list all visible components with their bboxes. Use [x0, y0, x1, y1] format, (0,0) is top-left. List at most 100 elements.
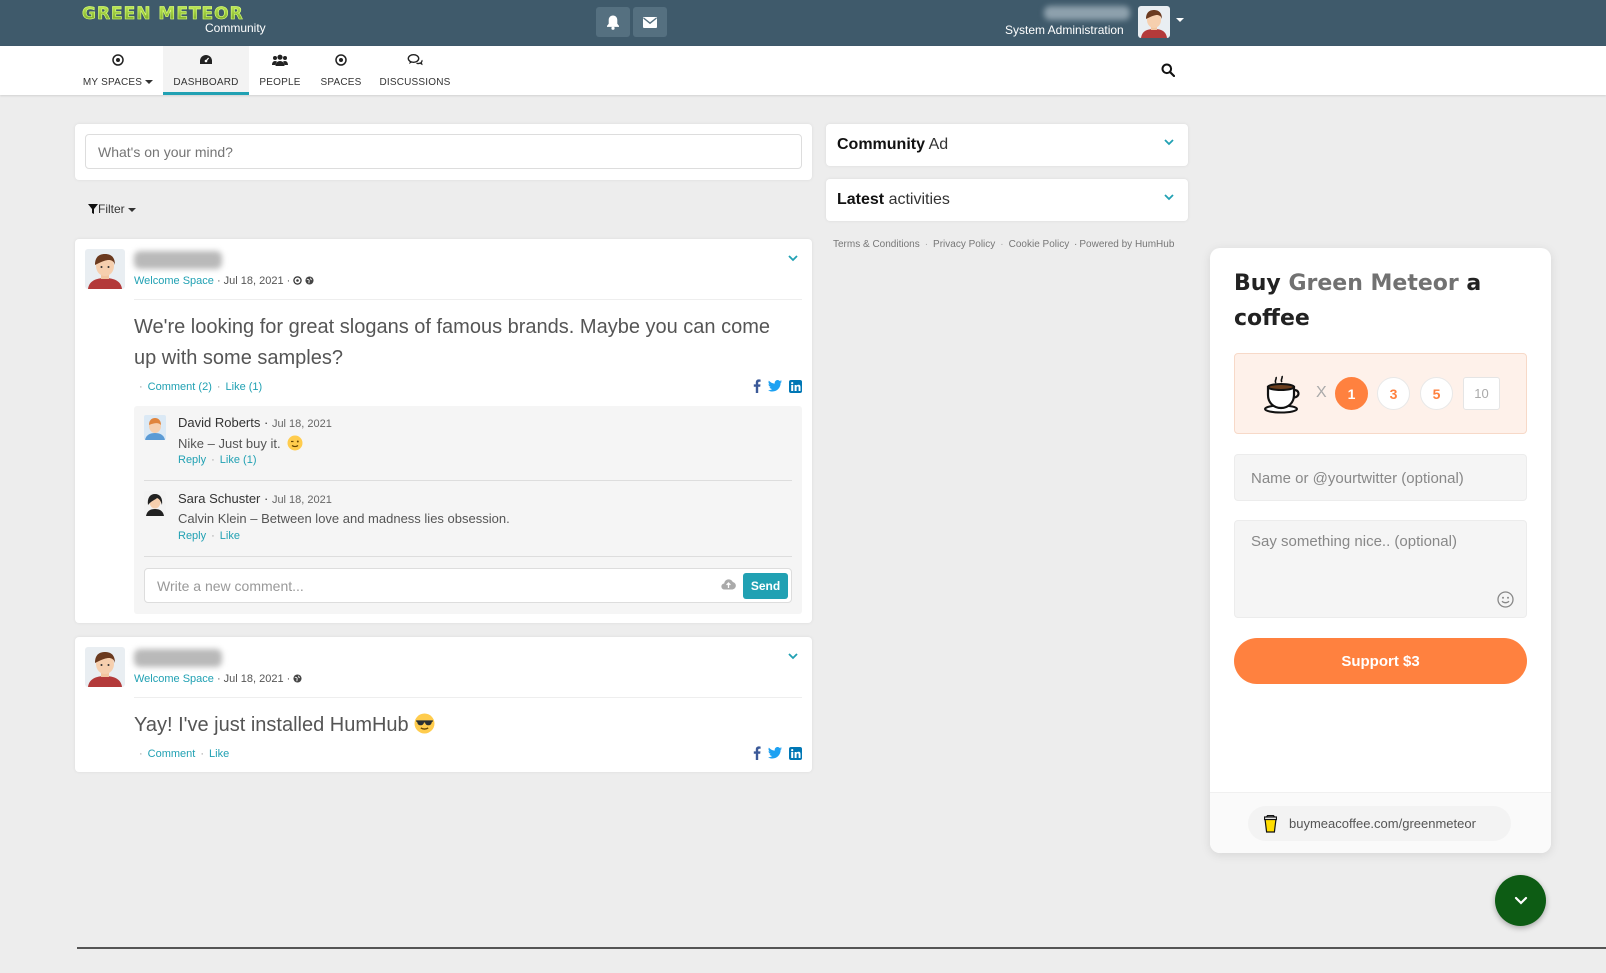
quantity-option-5[interactable]: 5 — [1420, 377, 1453, 410]
share-buttons — [753, 746, 802, 760]
comment-author: Sara Schuster · Jul 18, 2021 — [178, 491, 332, 506]
twitter-icon[interactable] — [768, 380, 782, 392]
comment-link[interactable]: Comment — [148, 748, 196, 760]
comment-body: Nike – Just buy it. — [178, 436, 281, 451]
bell-icon — [607, 15, 619, 30]
widget-toggle-button[interactable] — [1495, 875, 1546, 926]
post-input[interactable] — [85, 134, 802, 169]
chevron-down-icon[interactable] — [788, 255, 798, 262]
support-button[interactable]: Support $3 — [1234, 638, 1527, 684]
filter-icon — [88, 204, 98, 214]
user-name[interactable] — [1044, 6, 1130, 20]
cloud-upload-icon[interactable] — [721, 579, 736, 590]
coffee-cup-icon — [1264, 375, 1300, 414]
linkedin-icon[interactable] — [789, 746, 802, 760]
space-link[interactable]: Welcome Space — [134, 275, 214, 287]
nav-discussions[interactable]: DISCUSSIONS — [378, 46, 452, 95]
post-date[interactable]: Jul 18, 2021 — [224, 673, 284, 685]
nav-label: SPACES — [320, 77, 362, 88]
chevron-down-icon[interactable] — [1164, 139, 1174, 146]
post-card: Welcome Space · Jul 18, 2021 · Yay! I've… — [75, 637, 812, 772]
comment-text: Nike – Just buy it. — [178, 435, 303, 451]
send-button[interactable]: Send — [743, 573, 788, 599]
comment-avatar[interactable] — [144, 415, 166, 440]
user-avatar[interactable] — [1138, 6, 1170, 38]
terms-link[interactable]: Terms & Conditions — [833, 239, 920, 250]
panel-title: Latest activities — [837, 191, 950, 209]
top-bar: GREEN METEOR Community System Administra… — [0, 0, 1606, 46]
post-meta: Welcome Space · Jul 18, 2021 · — [134, 275, 315, 287]
comment-date[interactable]: Jul 18, 2021 — [272, 418, 332, 430]
quantity-option-1[interactable]: 1 — [1335, 377, 1368, 410]
panel-title-bold: Latest — [837, 191, 885, 208]
main-nav: MY SPACES DASHBOARD PEOPLE SPACES DISCUS… — [0, 46, 1606, 95]
reply-link[interactable]: Reply — [178, 454, 206, 466]
linkedin-icon[interactable] — [789, 379, 802, 393]
post-meta: Welcome Space · Jul 18, 2021 · — [134, 673, 302, 685]
chevron-down-icon — [128, 207, 137, 212]
dashboard-icon — [200, 55, 212, 64]
comment-body: Calvin Klein – Between love and madness … — [178, 511, 510, 526]
message-placeholder: Say something nice.. (optional) — [1251, 533, 1457, 550]
comment-date[interactable]: Jul 18, 2021 — [272, 494, 332, 506]
comment-like-link[interactable]: Like (1) — [220, 454, 257, 466]
like-link[interactable]: Like (1) — [226, 381, 263, 393]
comment-author-link[interactable]: Sara Schuster — [178, 491, 260, 506]
comment-avatar[interactable] — [144, 491, 166, 516]
panel-title-rest: activities — [888, 191, 950, 208]
author-avatar[interactable] — [85, 647, 125, 687]
comment-link[interactable]: Comment (2) — [148, 381, 212, 393]
supporter-name-input[interactable]: Name or @yourtwitter (optional) — [1234, 454, 1527, 501]
filter-button[interactable]: Filter — [88, 202, 137, 216]
messages-button[interactable] — [633, 7, 667, 37]
nav-dashboard[interactable]: DASHBOARD — [163, 46, 249, 95]
nav-people[interactable]: PEOPLE — [255, 46, 305, 95]
people-icon — [272, 54, 288, 66]
chevron-down-icon[interactable] — [788, 653, 798, 660]
powered-by-link[interactable]: Powered by HumHub — [1079, 239, 1174, 250]
divider — [134, 299, 802, 300]
search-button[interactable] — [1161, 63, 1176, 82]
envelope-icon — [643, 16, 657, 28]
bmc-title: Buy Green Meteor a coffee — [1234, 266, 1514, 336]
cookie-link[interactable]: Cookie Policy — [1009, 239, 1070, 250]
divider — [134, 697, 802, 698]
space-link[interactable]: Welcome Space — [134, 673, 214, 685]
panel-title-rest: Ad — [928, 136, 949, 153]
comment-actions: Reply · Like (1) — [178, 454, 257, 466]
privacy-link[interactable]: Privacy Policy — [933, 239, 995, 250]
smiley-icon[interactable] — [1497, 591, 1514, 608]
circle-dot-icon — [112, 54, 124, 66]
post-body: Yay! I've just installed HumHub — [134, 714, 409, 736]
latest-activities-panel[interactable]: Latest activities — [826, 179, 1188, 221]
facebook-icon[interactable] — [753, 379, 761, 393]
comment-input[interactable]: Write a new comment... Send — [144, 568, 792, 603]
author-name[interactable] — [134, 649, 222, 667]
post-text: Yay! I've just installed HumHub — [134, 710, 774, 741]
nav-spaces[interactable]: SPACES — [316, 46, 366, 95]
custom-quantity-input[interactable]: 10 — [1463, 377, 1500, 410]
community-ad-panel[interactable]: Community Ad — [826, 124, 1188, 166]
twitter-icon[interactable] — [768, 747, 782, 759]
post-date[interactable]: Jul 18, 2021 — [224, 275, 284, 287]
bmc-page-link[interactable]: buymeacoffee.com/greenmeteor — [1248, 806, 1511, 841]
search-icon — [1161, 63, 1176, 78]
chevron-down-icon — [1514, 896, 1527, 905]
like-link[interactable]: Like — [209, 748, 229, 760]
chevron-down-icon[interactable] — [1164, 194, 1174, 201]
author-name[interactable] — [134, 251, 222, 269]
bmc-title-accent: Green Meteor — [1288, 271, 1459, 296]
quantity-option-3[interactable]: 3 — [1377, 377, 1410, 410]
author-avatar[interactable] — [85, 249, 125, 289]
post-actions: · Comment · Like — [139, 748, 230, 760]
comment-author-link[interactable]: David Roberts — [178, 415, 260, 430]
message-input[interactable]: Say something nice.. (optional) — [1234, 520, 1527, 618]
comment-like-link[interactable]: Like — [220, 530, 240, 542]
user-menu-caret[interactable] — [1176, 18, 1184, 22]
reply-link[interactable]: Reply — [178, 530, 206, 542]
sunglasses-emoji — [414, 713, 435, 734]
globe-icon — [305, 276, 315, 285]
nav-my-spaces[interactable]: MY SPACES — [80, 46, 156, 95]
facebook-icon[interactable] — [753, 746, 761, 760]
notifications-button[interactable] — [596, 7, 630, 37]
